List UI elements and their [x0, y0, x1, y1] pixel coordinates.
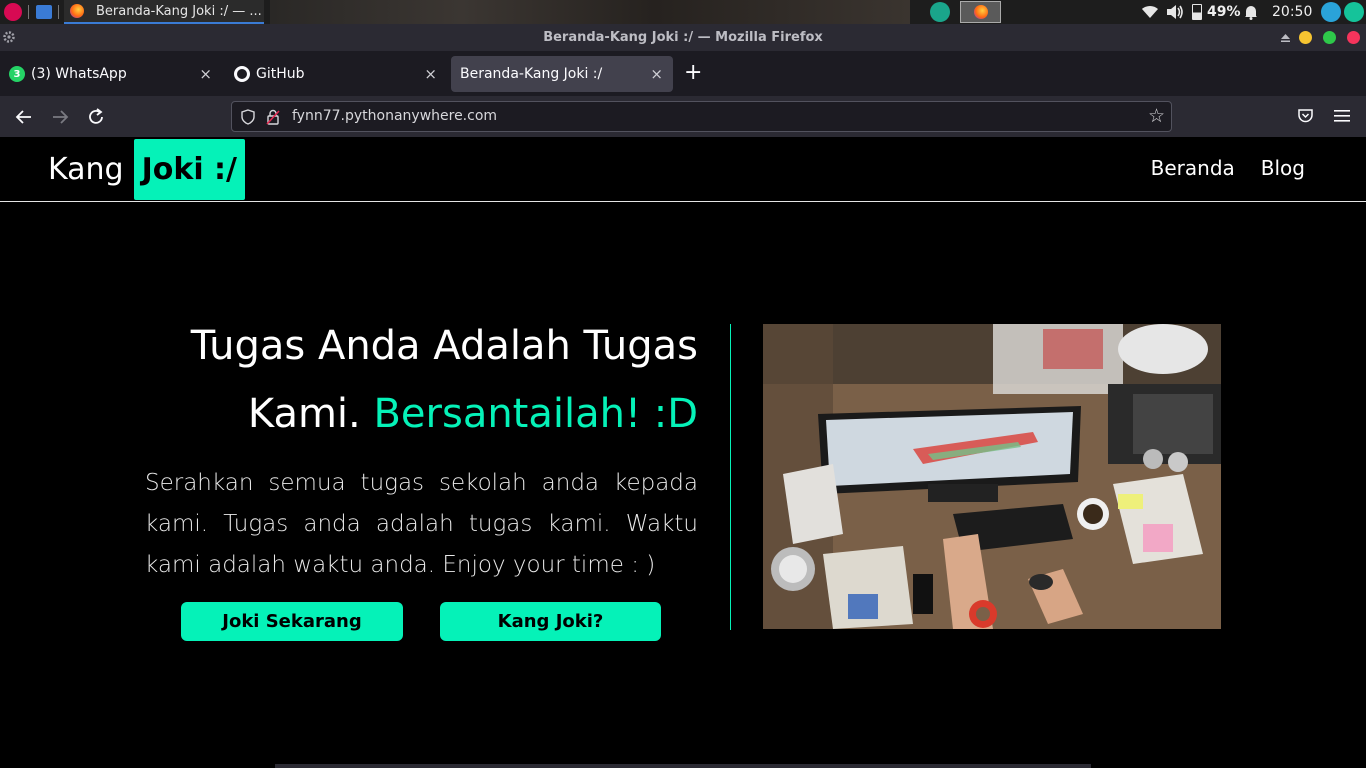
tab-label: Beranda-Kang Joki :/ — [460, 66, 603, 82]
whatsapp-badge: 3 — [13, 68, 21, 80]
url-text[interactable]: fynn77.pythonanywhere.com — [292, 108, 497, 124]
hamburger-menu-icon[interactable] — [1334, 109, 1350, 123]
forward-arrow-icon[interactable] — [48, 105, 72, 129]
nav-link-beranda[interactable]: Beranda — [1151, 156, 1235, 180]
whatsapp-icon: 3 — [9, 66, 25, 82]
page-bottom-strip — [275, 764, 1091, 768]
new-tab-button[interactable]: + — [684, 62, 702, 84]
site-header: Kang Joki :/ Beranda Blog — [0, 137, 1366, 202]
maximize-button[interactable] — [1323, 31, 1336, 44]
pocket-icon[interactable] — [1297, 108, 1314, 124]
taskbar: Beranda-Kang Joki :/ — ... 49% 20:50 — [0, 0, 1366, 24]
insecure-lock-icon[interactable] — [266, 109, 280, 125]
tab-github[interactable]: GitHub × — [225, 56, 447, 92]
tab-label: GitHub — [256, 66, 305, 82]
tab-kang-joki[interactable]: Beranda-Kang Joki :/ × — [451, 56, 673, 92]
tab-close-icon[interactable]: × — [199, 65, 212, 83]
hero-title-line1: Tugas Anda Adalah Tugas — [190, 323, 698, 369]
back-arrow-icon[interactable] — [12, 105, 36, 129]
hero-title: Tugas Anda Adalah Tugas Kami. Bersantail… — [100, 312, 698, 448]
site-nav: Beranda Blog — [1151, 156, 1305, 180]
window-keep-above-icon[interactable] — [1280, 33, 1291, 43]
taskbar-task-title: Beranda-Kang Joki :/ — ... — [96, 3, 262, 19]
close-window-button[interactable] — [1347, 31, 1360, 44]
joki-sekarang-button[interactable]: Joki Sekarang — [181, 602, 403, 641]
hero-title-accent: Bersantailah! :D — [373, 391, 698, 437]
tab-close-icon[interactable]: × — [424, 65, 437, 83]
nav-link-blog[interactable]: Blog — [1261, 156, 1305, 180]
volume-icon[interactable] — [1165, 4, 1185, 20]
github-icon — [234, 66, 250, 82]
sync-icon[interactable] — [1321, 2, 1341, 22]
reload-icon[interactable] — [84, 105, 108, 129]
taskbar-firefox-task[interactable]: Beranda-Kang Joki :/ — ... — [64, 0, 264, 24]
taskbar-clock[interactable]: 20:50 — [1272, 4, 1312, 20]
brand-joki: Joki :/ — [133, 139, 245, 200]
hero-description: Serahkan semua tugas sekolah anda kepada… — [145, 470, 698, 578]
wifi-icon[interactable] — [1141, 5, 1159, 19]
hero-divider — [730, 324, 731, 630]
web-page: Kang Joki :/ Beranda Blog Tugas Anda Ada… — [0, 137, 1366, 768]
url-bar[interactable]: fynn77.pythonanywhere.com ☆ — [231, 101, 1172, 132]
site-logo[interactable]: Kang Joki :/ — [48, 139, 245, 200]
taskbar-separator — [58, 5, 59, 19]
firefox-tray-icon[interactable] — [960, 1, 1001, 23]
kang-joki-button[interactable]: Kang Joki? — [440, 602, 661, 641]
grammarly-icon[interactable] — [1344, 2, 1364, 22]
tab-label: (3) WhatsApp — [31, 66, 127, 82]
bookmark-star-icon[interactable]: ☆ — [1148, 105, 1165, 127]
tab-whatsapp[interactable]: 3 (3) WhatsApp × — [0, 56, 222, 92]
minimize-button[interactable] — [1299, 31, 1312, 44]
firefox-icon — [70, 4, 84, 18]
battery-icon[interactable] — [1192, 4, 1202, 20]
tab-strip: 3 (3) WhatsApp × GitHub × Beranda-Kang J… — [0, 51, 1366, 96]
taskbar-separator — [28, 5, 29, 19]
tab-close-icon[interactable]: × — [650, 65, 663, 83]
debian-menu-icon[interactable] — [4, 3, 22, 21]
navigation-toolbar: fynn77.pythonanywhere.com ☆ — [0, 96, 1366, 137]
brand-kang: Kang — [48, 152, 124, 187]
window-title: Beranda-Kang Joki :/ — Mozilla Firefox — [543, 30, 823, 45]
show-desktop-icon[interactable] — [36, 5, 52, 19]
hero-title-line2: Kami. — [247, 391, 361, 437]
hero-image-desk-workspace — [763, 324, 1221, 629]
tracking-shield-icon[interactable] — [240, 109, 256, 125]
taskbar-wallpaper-strip — [270, 0, 910, 24]
notification-bell-icon[interactable] — [1243, 4, 1259, 20]
app-tray-icon[interactable] — [930, 2, 950, 22]
battery-percent: 49% — [1207, 4, 1241, 20]
window-titlebar: Beranda-Kang Joki :/ — Mozilla Firefox — [0, 24, 1366, 51]
